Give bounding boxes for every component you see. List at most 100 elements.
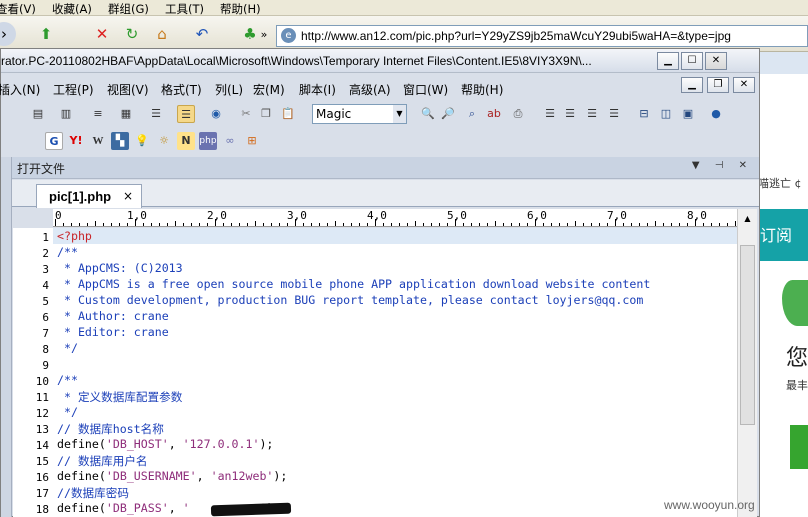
browser-menu-tools[interactable]: 工具(T) xyxy=(165,1,204,17)
background-green-button[interactable] xyxy=(790,425,808,469)
wrap-icon[interactable]: ≡ xyxy=(89,105,107,123)
code-token: * Editor: crane xyxy=(57,325,169,339)
doc-minimize-icon[interactable]: ▁ xyxy=(681,77,703,93)
perl-icon[interactable]: ∞ xyxy=(221,132,239,150)
ruler-tick xyxy=(111,223,112,226)
code-line[interactable]: * Custom development, production BUG rep… xyxy=(57,293,643,307)
menu-project[interactable]: 工程(P) xyxy=(53,81,94,98)
browser-menu-help[interactable]: 帮助(H) xyxy=(220,1,261,17)
refresh-icon[interactable]: ↻ xyxy=(120,22,144,46)
code-line[interactable]: <?php xyxy=(57,229,92,243)
menu-insert[interactable]: 插入(N) xyxy=(0,81,40,98)
code-line[interactable]: * Author: crane xyxy=(57,309,169,323)
code-line[interactable]: /** xyxy=(57,373,78,387)
home-icon[interactable]: ⌂ xyxy=(150,22,174,46)
document-icon[interactable]: ▥ xyxy=(57,105,75,123)
code-line[interactable]: /** xyxy=(57,245,78,259)
up-folder-icon[interactable]: ⬆ xyxy=(34,22,58,46)
scroll-up-icon[interactable]: ▲ xyxy=(740,211,755,226)
font-selector[interactable]: Magic ▼ xyxy=(312,104,407,124)
browser-menu-favorites[interactable]: 收藏(A) xyxy=(52,1,92,17)
find-in-files-icon[interactable]: ⌕ xyxy=(463,105,481,123)
ruler-tick xyxy=(711,223,712,226)
code-token: define( xyxy=(57,469,106,483)
forward-icon[interactable]: › xyxy=(0,22,16,46)
menu-view[interactable]: 视图(V) xyxy=(107,81,149,98)
maximize-icon[interactable]: ☐ xyxy=(681,52,703,70)
code-line[interactable]: //数据库密码 xyxy=(57,485,129,501)
hex-icon[interactable]: ▦ xyxy=(117,105,135,123)
code-line[interactable]: // 数据库host名称 xyxy=(57,421,164,437)
browser-menu-groups[interactable]: 群组(G) xyxy=(108,1,149,17)
menu-format[interactable]: 格式(T) xyxy=(161,81,202,98)
split-window-icon[interactable]: ▣ xyxy=(679,105,697,123)
lightbulb-icon[interactable]: 💡 xyxy=(133,132,151,150)
menu-script[interactable]: 脚本(I) xyxy=(299,81,336,98)
address-bar[interactable]: e http://www.an12.com/pic.php?url=Y29yZS… xyxy=(276,25,808,47)
align-right-icon[interactable]: ☰ xyxy=(583,105,601,123)
undo-icon[interactable]: ↶ xyxy=(190,22,214,46)
subscribe-label[interactable]: 订阅 xyxy=(760,222,792,246)
code-line[interactable]: define('DB_USERNAME', 'an12web'); xyxy=(57,469,287,483)
code-line[interactable]: * 定义数据库配置参数 xyxy=(57,389,182,405)
find-icon[interactable]: 🔍 xyxy=(419,105,437,123)
tip-icon[interactable]: ☼ xyxy=(155,132,173,150)
google-icon[interactable]: G xyxy=(45,132,63,150)
wikipedia-icon[interactable]: W xyxy=(89,132,107,150)
editor-title-bar[interactable]: rator.PC-20110802HBAF\AppData\Local\Micr… xyxy=(1,49,759,73)
browser-view-icon[interactable]: ◉ xyxy=(207,105,225,123)
menu-column[interactable]: 列(L) xyxy=(215,81,243,98)
notepad-icon[interactable]: N xyxy=(177,132,195,150)
list-icon[interactable]: ☰ xyxy=(147,105,165,123)
code-line[interactable]: */ xyxy=(57,341,78,355)
print-preview-icon[interactable]: ⎙ xyxy=(509,105,527,123)
browser-menu-view[interactable]: 查看(V) xyxy=(0,1,36,17)
code-line[interactable]: // 数据库用户名 xyxy=(57,453,148,469)
php-icon[interactable]: php xyxy=(199,132,217,150)
doc-close-icon[interactable]: ✕ xyxy=(733,77,755,93)
vertical-scrollbar[interactable]: ▲ xyxy=(737,209,757,517)
justify-icon[interactable]: ☰ xyxy=(605,105,623,123)
line-numbers-icon[interactable]: ☰ xyxy=(177,105,195,123)
cut-icon[interactable]: ✂ xyxy=(237,105,255,123)
menu-window[interactable]: 窗口(W) xyxy=(403,81,448,98)
copy-icon[interactable]: ❐ xyxy=(257,105,275,123)
replace-icon[interactable]: ab xyxy=(485,105,503,123)
paste-icon[interactable]: 📋 xyxy=(279,105,297,123)
scrollbar-thumb[interactable] xyxy=(740,245,755,425)
ruler-tick xyxy=(375,219,376,226)
ruler-tick xyxy=(95,221,96,226)
tab-close-icon[interactable]: × xyxy=(123,189,133,203)
windows-logo-icon[interactable]: ⊞ xyxy=(243,132,261,150)
split-horizontal-icon[interactable]: ⊟ xyxy=(635,105,653,123)
menu-advanced[interactable]: 高级(A) xyxy=(349,81,391,98)
windows-icon[interactable]: ▚ xyxy=(111,132,129,150)
print-icon[interactable]: ▤ xyxy=(29,105,47,123)
web-icon[interactable]: ● xyxy=(707,105,725,123)
panel-controls-icon[interactable]: ▼ ⊣ ✕ xyxy=(692,160,753,171)
ie-page-icon: e xyxy=(281,28,296,43)
find-next-icon[interactable]: 🔎 xyxy=(439,105,457,123)
file-tab[interactable]: pic[1].php × xyxy=(36,184,142,208)
doc-restore-icon[interactable]: ❐ xyxy=(707,77,729,93)
stop-icon[interactable]: ✕ xyxy=(90,22,114,46)
ruler-tick xyxy=(359,223,360,226)
close-icon[interactable]: ✕ xyxy=(705,52,727,70)
address-url[interactable]: http://www.an12.com/pic.php?url=Y29yZS9j… xyxy=(301,29,731,43)
yahoo-icon[interactable]: Y! xyxy=(67,132,85,150)
code-line[interactable]: */ xyxy=(57,405,78,419)
chevron-down-icon[interactable]: ▼ xyxy=(393,105,406,123)
align-left-icon[interactable]: ☰ xyxy=(541,105,559,123)
code-editor[interactable]: <?php /** * AppCMS: (C)2013 * AppCMS is a… xyxy=(53,228,737,517)
align-center-icon[interactable]: ☰ xyxy=(561,105,579,123)
menu-help[interactable]: 帮助(H) xyxy=(461,81,503,98)
code-line[interactable]: * AppCMS is a free open source mobile ph… xyxy=(57,277,650,291)
minimize-icon[interactable]: ▁ xyxy=(657,52,679,70)
toolbar-overflow[interactable]: » xyxy=(258,22,270,46)
code-line[interactable]: * AppCMS: (C)2013 xyxy=(57,261,183,275)
code-line[interactable]: * Editor: crane xyxy=(57,325,169,339)
background-text: 喵逃亡 ¢ xyxy=(758,177,802,190)
menu-macro[interactable]: 宏(M) xyxy=(253,81,285,98)
code-line[interactable]: define('DB_HOST', '127.0.0.1'); xyxy=(57,437,273,451)
split-vertical-icon[interactable]: ◫ xyxy=(657,105,675,123)
